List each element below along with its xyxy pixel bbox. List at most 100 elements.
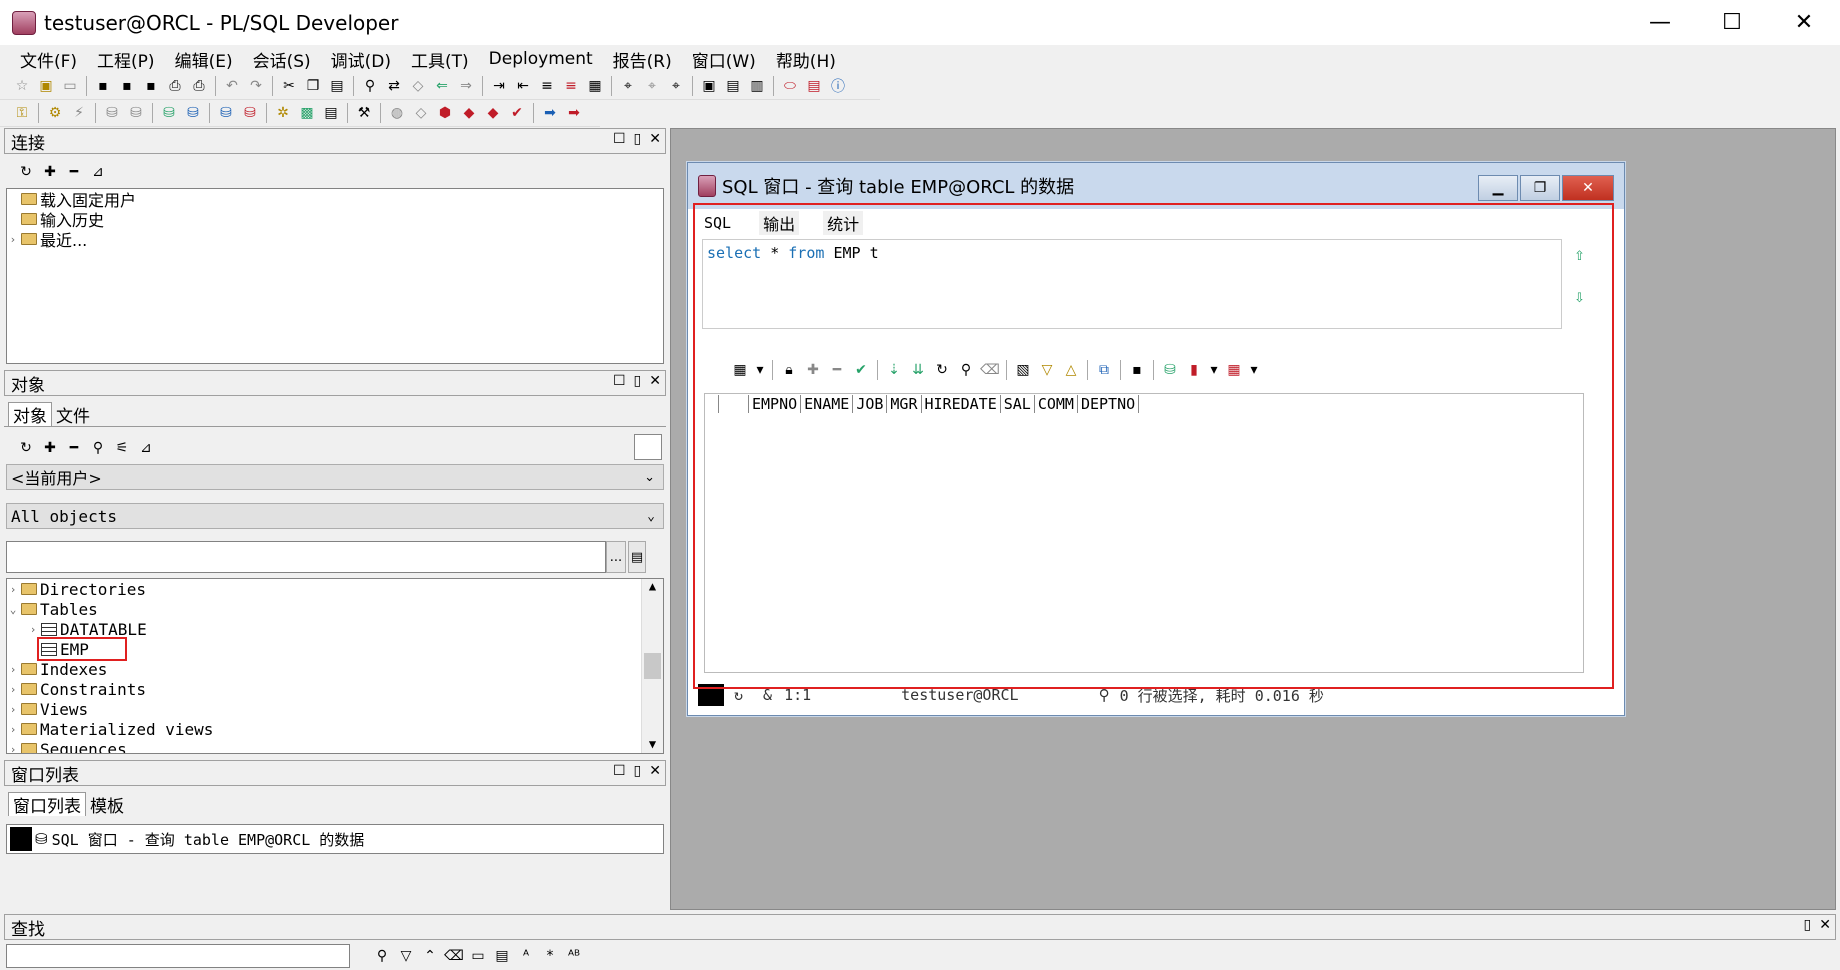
add-icon[interactable]: ✚ (39, 162, 61, 182)
import-icon[interactable]: ⇐ (431, 76, 453, 96)
highlight-icon[interactable]: ▭ (467, 946, 489, 966)
commit-icon[interactable]: ⛁ (101, 103, 123, 123)
maximize-button[interactable]: ☐ (1696, 0, 1768, 45)
find-icon[interactable]: ⚲ (87, 438, 109, 458)
panel-pin-icon[interactable]: ▯ (634, 763, 642, 779)
sql-window-close-button[interactable]: ✕ (1562, 175, 1614, 201)
case-icon[interactable]: ᴬ (515, 946, 537, 966)
regex-icon[interactable]: * (539, 946, 561, 966)
chevron-right-icon[interactable]: › (7, 233, 19, 246)
tree-item-directories[interactable]: › Directories (7, 579, 663, 599)
menu-window[interactable]: 窗口(W) (682, 47, 766, 72)
panel-restore-icon[interactable]: ☐ (613, 763, 626, 779)
compile-icon[interactable]: ▩ (296, 103, 318, 123)
panel-pin-icon[interactable]: ▯ (634, 373, 642, 389)
log-on-icon[interactable]: ⛁ (158, 103, 180, 123)
tile-vertical-icon[interactable]: ▥ (746, 76, 768, 96)
menu-help[interactable]: 帮助(H) (766, 47, 846, 72)
cascade-icon[interactable]: ▣ (698, 76, 720, 96)
sql-window-icon[interactable]: ⛁ (182, 103, 204, 123)
whole-word-icon[interactable]: ᴬᴮ (563, 946, 585, 966)
menu-edit[interactable]: 编辑(E) (165, 47, 243, 72)
filter-icon[interactable]: ▽ (395, 946, 417, 966)
print-setup-icon[interactable]: ⎙ (188, 76, 210, 96)
panel-close-icon[interactable]: ✕ (649, 763, 661, 779)
object-filter-toggle[interactable] (634, 434, 662, 460)
uncomment-icon[interactable]: ≡ (560, 76, 582, 96)
export-icon[interactable]: ⇒ (455, 76, 477, 96)
bookmark-next-icon[interactable]: ⌖ (641, 76, 663, 96)
filter-icon[interactable]: ⊿ (87, 162, 109, 182)
bookmark-icon[interactable]: ⌖ (617, 76, 639, 96)
chevron-right-icon[interactable]: › (7, 663, 19, 676)
debug-break-icon[interactable]: ◆ (458, 103, 480, 123)
panel-close-icon[interactable]: ✕ (1819, 917, 1831, 933)
chevron-right-icon[interactable]: › (7, 683, 19, 696)
menu-deployment[interactable]: Deployment (479, 49, 603, 69)
copy-icon[interactable]: ❐ (302, 76, 324, 96)
close-button[interactable]: ✕ (1768, 0, 1840, 45)
minimize-button[interactable]: — (1624, 0, 1696, 45)
find-input[interactable] (6, 944, 350, 968)
window-list-item[interactable]: SQL 窗口 - 查询 table EMP@ORCL 的数据 (52, 829, 365, 850)
undo-icon[interactable]: ↶ (221, 76, 243, 96)
object-type-select[interactable]: All objects ⌄ (6, 503, 664, 529)
tree-item-indexes[interactable]: › Indexes (7, 659, 663, 679)
menu-tools[interactable]: 工具(T) (401, 47, 479, 72)
menu-reports[interactable]: 报告(R) (603, 47, 682, 72)
panel-restore-icon[interactable]: ☐ (613, 373, 626, 389)
tree-item-datatable[interactable]: › DATATABLE (7, 619, 663, 639)
debug-watch-icon[interactable]: ✔ (506, 103, 528, 123)
tree-item-materialized-views[interactable]: › Materialized views (7, 719, 663, 739)
debug-step-icon[interactable]: ◇ (410, 103, 432, 123)
tab-templates[interactable]: 模板 (86, 792, 128, 817)
cut-icon[interactable]: ✂ (278, 76, 300, 96)
chevron-right-icon[interactable]: › (7, 583, 19, 596)
find-next-icon[interactable]: ◇ (407, 76, 429, 96)
preferences-icon[interactable]: ⚒ (353, 103, 375, 123)
chevron-right-icon[interactable]: › (27, 623, 39, 636)
document-icon[interactable]: ▤ (491, 946, 513, 966)
paste-icon[interactable]: ▤ (326, 76, 348, 96)
chevron-right-icon[interactable]: › (7, 703, 19, 716)
debug-start-icon[interactable]: ◍ (386, 103, 408, 123)
save-icon[interactable]: ▪ (92, 76, 114, 96)
tile-horizontal-icon[interactable]: ▤ (722, 76, 744, 96)
sql-window-restore-button[interactable]: ❐ (1520, 175, 1560, 201)
debug-run-icon[interactable]: ◆ (482, 103, 504, 123)
info-icon[interactable]: ⓘ (827, 76, 849, 96)
tree-item-history[interactable]: 输入历史 (7, 209, 663, 230)
key-icon[interactable]: ⚿ (11, 103, 33, 123)
clear-icon[interactable]: ⌫ (443, 946, 465, 966)
panel-restore-icon[interactable]: ☐ (613, 131, 626, 147)
save-all-icon[interactable]: ▪ (140, 76, 162, 96)
tab-window-list[interactable]: 窗口列表 (8, 792, 86, 817)
print-preview-icon[interactable]: ▭ (59, 76, 81, 96)
disconnect-icon[interactable]: ⛁ (239, 103, 261, 123)
search-options-icon[interactable]: ▤ (628, 541, 646, 573)
properties-icon[interactable]: ⚟ (111, 438, 133, 458)
tree-item-fixed-users[interactable]: 载入固定用户 (7, 189, 663, 210)
bookmark-prev-icon[interactable]: ⌖ (665, 76, 687, 96)
tree-item-tables[interactable]: ⌄ Tables (7, 599, 663, 619)
find-icon[interactable]: ⚲ (359, 76, 381, 96)
refresh-icon[interactable]: ↻ (15, 438, 37, 458)
menu-session[interactable]: 会话(S) (243, 47, 321, 72)
comment-icon[interactable]: ≡ (536, 76, 558, 96)
oracle-icon[interactable]: ⬭ (779, 76, 801, 96)
scroll-down-icon[interactable]: ▼ (642, 737, 663, 751)
panel-pin-icon[interactable]: ▯ (1804, 917, 1812, 933)
tree-item-views[interactable]: › Views (7, 699, 663, 719)
tree-scrollbar[interactable]: ▲ ▼ (641, 579, 663, 753)
tree-item-recent[interactable]: › 最近... (7, 229, 663, 250)
explain-plan-icon[interactable]: ✲ (272, 103, 294, 123)
remove-icon[interactable]: ━ (63, 438, 85, 458)
tab-files[interactable]: 文件 (52, 402, 94, 427)
add-icon[interactable]: ✚ (39, 438, 61, 458)
open-icon[interactable]: ▣ (35, 76, 57, 96)
tree-item-sequences[interactable]: › Sequences (7, 739, 663, 753)
replace-icon[interactable]: ⇄ (383, 76, 405, 96)
outdent-icon[interactable]: ⇤ (512, 76, 534, 96)
new-icon[interactable]: ☆ (11, 76, 33, 96)
menu-project[interactable]: 工程(P) (87, 47, 165, 72)
